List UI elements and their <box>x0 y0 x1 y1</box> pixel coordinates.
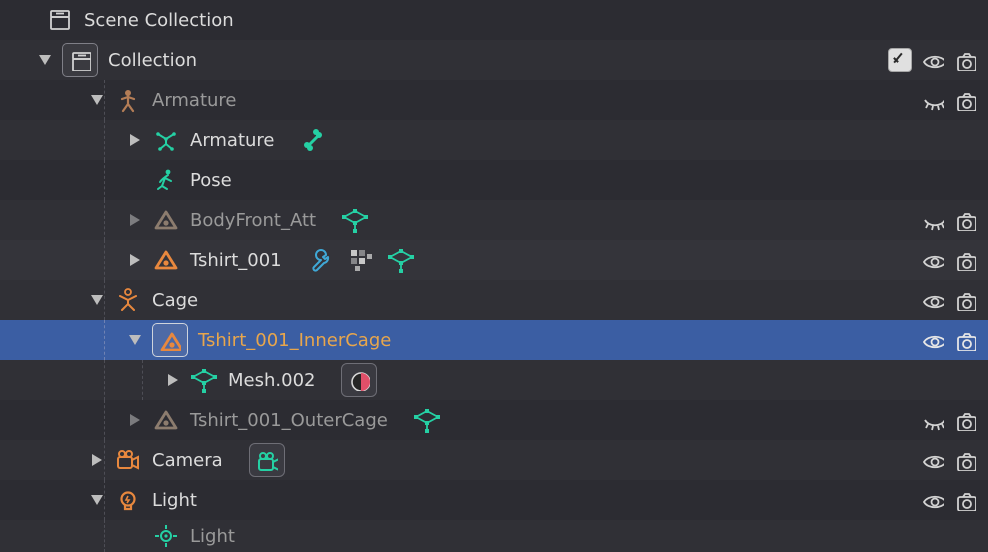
scene-collection-label: Scene Collection <box>84 10 234 31</box>
outliner-row-armature-object[interactable]: Armature <box>0 80 988 120</box>
mesh-data-icon <box>190 366 218 394</box>
tshirt-label: Tshirt_001 <box>190 250 282 271</box>
material-icon <box>341 363 377 397</box>
outliner-row-outercage[interactable]: Tshirt_001_OuterCage <box>0 400 988 440</box>
vertex-group-icon <box>414 407 440 433</box>
eye-open-icon[interactable] <box>922 49 944 71</box>
camera-label: Camera <box>152 450 223 471</box>
outercage-label: Tshirt_001_OuterCage <box>190 410 388 431</box>
outliner-row-innercage[interactable]: Tshirt_001_InnerCage <box>0 320 988 360</box>
outliner-row-light[interactable]: Light <box>0 480 988 520</box>
outliner-row-light-data[interactable]: Light <box>0 520 988 552</box>
armature-icon <box>114 86 142 114</box>
eye-open-icon[interactable] <box>922 249 944 271</box>
eye-closed-icon[interactable] <box>922 89 944 111</box>
pose-icon <box>152 166 180 194</box>
render-toggle-icon[interactable] <box>954 409 976 431</box>
collection-icon <box>62 43 98 77</box>
bone-icon <box>301 127 327 153</box>
render-toggle-icon[interactable] <box>954 209 976 231</box>
mesh-icon <box>152 206 180 234</box>
outliner-row-tshirt[interactable]: Tshirt_001 <box>0 240 988 280</box>
expand-toggle[interactable] <box>92 495 102 505</box>
expand-spacer <box>130 531 140 541</box>
outliner-row-armature-data[interactable]: Armature <box>0 120 988 160</box>
mesh-icon <box>152 406 180 434</box>
eye-open-icon[interactable] <box>922 329 944 351</box>
vertex-group-icon <box>388 247 414 273</box>
eye-closed-icon[interactable] <box>922 409 944 431</box>
render-toggle-icon[interactable] <box>954 449 976 471</box>
exclude-checkbox[interactable] <box>888 48 912 72</box>
eye-open-icon[interactable] <box>922 289 944 311</box>
render-toggle-icon[interactable] <box>954 329 976 351</box>
pose-label: Pose <box>190 170 232 191</box>
expand-toggle[interactable] <box>130 415 140 425</box>
armature-object-label: Armature <box>152 90 237 111</box>
collection-label: Collection <box>108 50 197 71</box>
light-icon <box>114 486 142 514</box>
expand-toggle[interactable] <box>130 255 140 265</box>
light-data-icon <box>152 522 180 550</box>
expand-toggle[interactable] <box>168 375 178 385</box>
render-toggle-icon[interactable] <box>954 49 976 71</box>
outliner-row-pose[interactable]: Pose <box>0 160 988 200</box>
expand-toggle[interactable] <box>92 295 102 305</box>
light-label: Light <box>152 490 197 511</box>
cage-label: Cage <box>152 290 198 311</box>
vertex-group-icon <box>342 207 368 233</box>
render-toggle-icon[interactable] <box>954 289 976 311</box>
render-toggle-icon[interactable] <box>954 489 976 511</box>
empty-icon <box>114 286 142 314</box>
expand-toggle[interactable] <box>40 55 50 65</box>
render-toggle-icon[interactable] <box>954 249 976 271</box>
outliner-row-collection[interactable]: Collection <box>0 40 988 80</box>
expand-toggle[interactable] <box>92 95 102 105</box>
outliner-row-cage[interactable]: Cage <box>0 280 988 320</box>
innercage-label: Tshirt_001_InnerCage <box>198 330 391 351</box>
wrench-icon <box>308 247 334 273</box>
render-toggle-icon[interactable] <box>954 89 976 111</box>
outliner-row-scene-collection[interactable]: Scene Collection <box>0 0 988 40</box>
light-data-label: Light <box>190 526 235 547</box>
camera-data-icon <box>249 443 285 477</box>
outliner-row-meshdata[interactable]: Mesh.002 <box>0 360 988 400</box>
expand-toggle[interactable] <box>130 335 140 345</box>
expand-toggle[interactable] <box>130 135 140 145</box>
eye-open-icon[interactable] <box>922 489 944 511</box>
bodyfront-label: BodyFront_Att <box>190 210 316 231</box>
expand-toggle[interactable] <box>92 455 102 465</box>
meshdata-label: Mesh.002 <box>228 370 315 391</box>
mesh-icon <box>152 246 180 274</box>
expand-toggle[interactable] <box>130 215 140 225</box>
eye-open-icon[interactable] <box>922 449 944 471</box>
uv-icon <box>348 247 374 273</box>
mesh-icon <box>152 323 188 357</box>
camera-icon <box>114 446 142 474</box>
eye-closed-icon[interactable] <box>922 209 944 231</box>
armature-data-label: Armature <box>190 130 275 151</box>
outliner-row-bodyfront[interactable]: BodyFront_Att <box>0 200 988 240</box>
armature-data-icon <box>152 126 180 154</box>
outliner-row-camera[interactable]: Camera <box>0 440 988 480</box>
collection-icon <box>46 6 74 34</box>
expand-spacer <box>130 175 140 185</box>
